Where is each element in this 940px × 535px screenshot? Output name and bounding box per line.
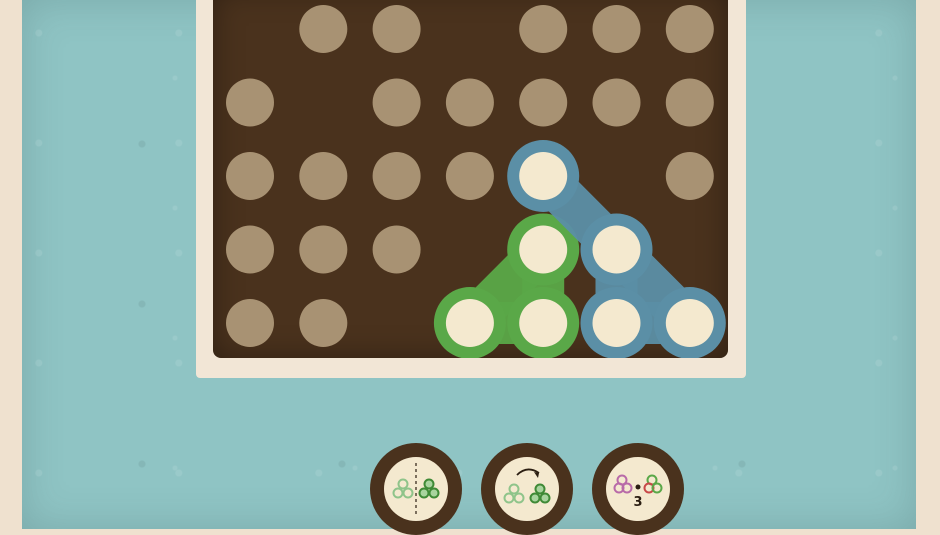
board-peg[interactable] bbox=[445, 152, 494, 200]
board-peg[interactable] bbox=[372, 78, 421, 127]
board-peg[interactable] bbox=[592, 5, 641, 53]
swap-count: 3 bbox=[633, 495, 643, 510]
mirror-icon bbox=[392, 463, 440, 515]
board-peg[interactable] bbox=[226, 225, 274, 274]
filled-peg[interactable] bbox=[519, 152, 568, 200]
board-peg[interactable] bbox=[445, 78, 494, 127]
board-grid[interactable] bbox=[213, 0, 728, 358]
mirror-button[interactable] bbox=[370, 443, 462, 535]
rotate-icon bbox=[503, 468, 551, 504]
board-peg[interactable] bbox=[226, 78, 274, 127]
board-peg[interactable] bbox=[226, 299, 274, 347]
board-peg[interactable] bbox=[665, 78, 714, 127]
filled-peg[interactable] bbox=[665, 299, 714, 347]
board-peg[interactable] bbox=[372, 5, 421, 53]
board-peg[interactable] bbox=[226, 152, 274, 200]
swap-colors-button[interactable]: 3 bbox=[592, 443, 684, 535]
board-peg[interactable] bbox=[299, 225, 348, 274]
board-peg[interactable] bbox=[299, 299, 348, 347]
filled-peg[interactable] bbox=[592, 299, 641, 347]
board-peg[interactable] bbox=[372, 225, 421, 274]
board-peg[interactable] bbox=[592, 78, 641, 127]
board-peg[interactable] bbox=[519, 5, 568, 53]
rotate-button[interactable] bbox=[481, 443, 573, 535]
swap-colors-icon bbox=[613, 474, 663, 494]
game-board bbox=[213, 0, 728, 358]
board-peg[interactable] bbox=[665, 152, 714, 200]
board-peg[interactable] bbox=[372, 152, 421, 200]
board-peg[interactable] bbox=[519, 78, 568, 127]
filled-peg[interactable] bbox=[519, 225, 568, 274]
board-peg[interactable] bbox=[299, 5, 348, 53]
filled-peg[interactable] bbox=[592, 225, 641, 274]
filled-peg[interactable] bbox=[445, 299, 494, 347]
board-peg[interactable] bbox=[665, 5, 714, 53]
board-peg[interactable] bbox=[299, 152, 348, 200]
filled-peg[interactable] bbox=[519, 299, 568, 347]
